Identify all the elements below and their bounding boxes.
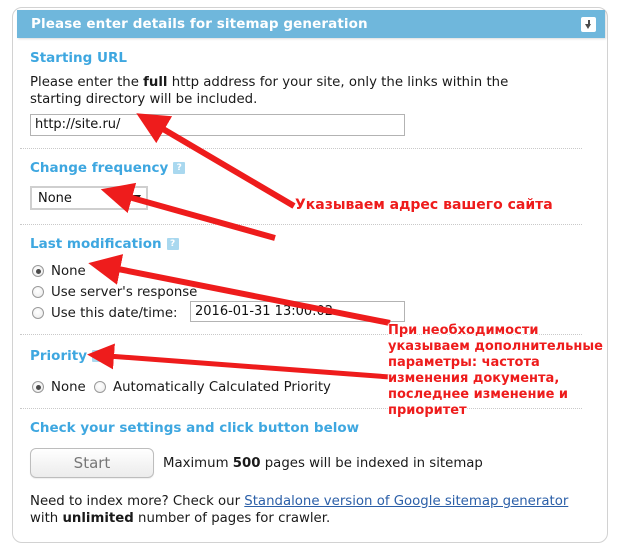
annotation-text-line-1: При необходимости [388,323,539,338]
priority-label: Priority [30,348,87,364]
annotation-text-line-6: приоритет [388,403,467,418]
radio-row-priority-none[interactable]: None [32,378,86,396]
radio-label-priority-auto: Automatically Calculated Priority [113,379,331,395]
footer-text: Need to index more? Check our Standalone… [30,493,575,527]
help-icon-last-modification[interactable]: ? [166,238,179,250]
radio-lastmod-date[interactable] [32,307,44,319]
radio-label-lastmod-server: Use server's response [51,284,198,300]
collapse-down-icon[interactable] [581,16,596,32]
change-frequency-label: Change frequency [30,160,169,176]
chevron-down-icon [133,195,141,201]
radio-priority-none[interactable] [32,381,44,393]
footer-part-2: with [30,511,63,526]
starting-url-input-value: http://site.ru/ [35,117,121,132]
radio-row-lastmod-date[interactable]: Use this date/time: [32,304,178,322]
start-button-label: Start [73,454,111,472]
footer-part-1: Need to index more? Check our [30,494,245,509]
max-pages-count: 500 [232,456,261,471]
last-modification-label: Last modification [30,236,162,252]
desc-bold: full [143,75,168,90]
footer-bold: unlimited [62,511,134,526]
max-pages-note: Maximum 500 pages will be indexed in sit… [163,455,483,472]
divider-4 [20,408,582,409]
standalone-version-link[interactable]: Standalone version of Google sitemap gen… [244,494,568,509]
radio-lastmod-server[interactable] [32,286,44,298]
change-frequency-select[interactable]: None [30,186,148,210]
section-heading-starting-url: Starting URL [30,50,127,66]
radio-row-priority-auto[interactable]: Automatically Calculated Priority [94,378,331,396]
start-button[interactable]: Start [30,448,154,478]
last-modification-date-value: 2016-01-31 13:00:02 [195,304,334,319]
radio-row-lastmod-none[interactable]: None [32,262,86,280]
desc-part-1: Please enter the [30,75,144,90]
starting-url-description: Please enter the full http address for y… [30,74,540,108]
radio-label-priority-none: None [51,379,86,395]
panel-title: Please enter details for sitemap generat… [31,16,368,32]
submit-heading-label: Check your settings and click button bel… [30,420,360,436]
divider-1 [20,148,582,149]
starting-url-input[interactable]: http://site.ru/ [30,114,405,136]
annotation-text-line-2: указываем дополнительные [388,339,603,354]
max-pages-note-part-1: Maximum [163,456,233,471]
annotation-text-line-4: изменения документа, [388,371,560,386]
radio-row-lastmod-server[interactable]: Use server's response [32,283,197,301]
panel-title-bar: Please enter details for sitemap generat… [17,10,605,38]
help-icon-change-frequency[interactable]: ? [173,162,186,174]
divider-2 [20,224,582,225]
radio-label-lastmod-none: None [51,263,86,279]
help-icon-priority[interactable]: ? [92,350,104,362]
radio-priority-auto[interactable] [94,381,106,393]
section-heading-change-frequency: Change frequency ? [30,160,186,176]
starting-url-label: Starting URL [30,50,127,66]
section-heading-last-modification: Last modification ? [30,236,179,252]
last-modification-date-input[interactable]: 2016-01-31 13:00:02 [190,301,405,322]
annotation-text-url: Указываем адрес вашего сайта [295,197,553,213]
submit-heading: Check your settings and click button bel… [30,420,359,436]
section-heading-priority: Priority ? [30,348,104,364]
footer-part-3: number of pages for crawler. [133,511,331,526]
annotation-text-line-3: параметры: частота [388,355,540,370]
radio-label-lastmod-date: Use this date/time: [51,305,178,321]
change-frequency-selected-value: None [38,190,72,206]
radio-lastmod-none[interactable] [32,265,44,277]
max-pages-note-part-2: pages will be indexed in sitemap [260,456,483,471]
annotation-text-line-5: последнее изменение и [388,387,569,402]
